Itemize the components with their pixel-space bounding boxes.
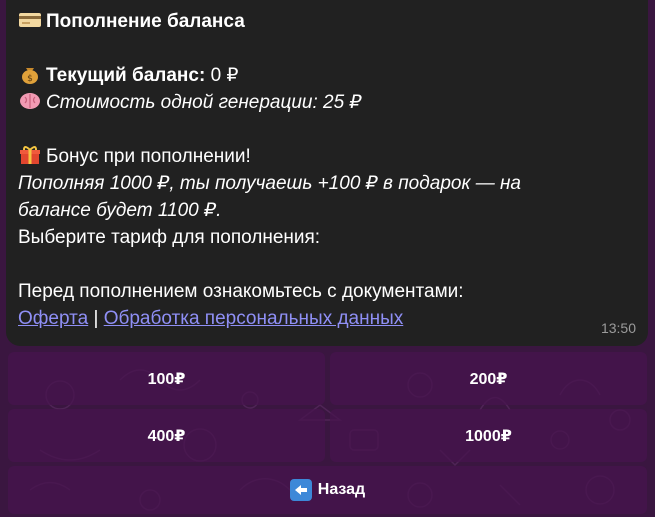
- topup-400-button[interactable]: 400₽: [8, 409, 325, 462]
- topup-100-button[interactable]: 100₽: [8, 352, 325, 405]
- message-bubble: Пополнение баланса $ Текущий баланс: 0 ₽…: [6, 0, 648, 346]
- gift-icon: [20, 146, 40, 164]
- offer-link[interactable]: Оферта: [18, 308, 88, 329]
- topup-1000-label: 1000₽: [465, 427, 512, 445]
- balance-label: Текущий баланс:: [46, 65, 206, 86]
- choose-tariff: Выберите тариф для пополнения:: [18, 227, 321, 248]
- documents-links: Оферта | Обработка персональных данных: [18, 305, 636, 332]
- topup-100-label: 100₽: [147, 370, 186, 388]
- topup-400-label: 400₽: [147, 427, 186, 445]
- topup-1000-button[interactable]: 1000₽: [330, 409, 647, 462]
- documents-text: Перед пополнением ознакомьтесь с докумен…: [18, 281, 464, 302]
- brain-icon: [20, 93, 40, 109]
- privacy-link[interactable]: Обработка персональных данных: [104, 308, 404, 329]
- topup-200-label: 200₽: [469, 370, 508, 388]
- balance-line: $ Текущий баланс: 0 ₽: [18, 62, 636, 89]
- topup-200-button[interactable]: 200₽: [330, 352, 647, 405]
- message-title: Пополнение баланса: [46, 11, 245, 32]
- money-bag-icon: $: [22, 68, 38, 84]
- back-label: Назад: [317, 481, 366, 498]
- bonus-title: Бонус при пополнении!: [46, 146, 251, 167]
- back-arrow-icon: [289, 479, 312, 501]
- back-button[interactable]: Назад: [8, 466, 647, 514]
- generation-cost: Стоимость одной генерации: 25 ₽: [46, 92, 362, 113]
- svg-text:$: $: [27, 74, 33, 84]
- bonus-line-1: Пополняя 1000 ₽, ты получаешь +100 ₽ в п…: [18, 173, 521, 194]
- bonus-line: Бонус при пополнении!: [18, 143, 636, 170]
- link-separator: |: [88, 308, 104, 329]
- credit-card-icon: [19, 13, 41, 27]
- balance-value: 0 ₽: [205, 65, 239, 86]
- cost-line: Стоимость одной генерации: 25 ₽: [18, 89, 636, 116]
- bonus-line-2: балансе будет 1100 ₽.: [18, 200, 222, 221]
- message-time: 13:50: [600, 320, 636, 336]
- title-line: Пополнение баланса: [18, 8, 636, 35]
